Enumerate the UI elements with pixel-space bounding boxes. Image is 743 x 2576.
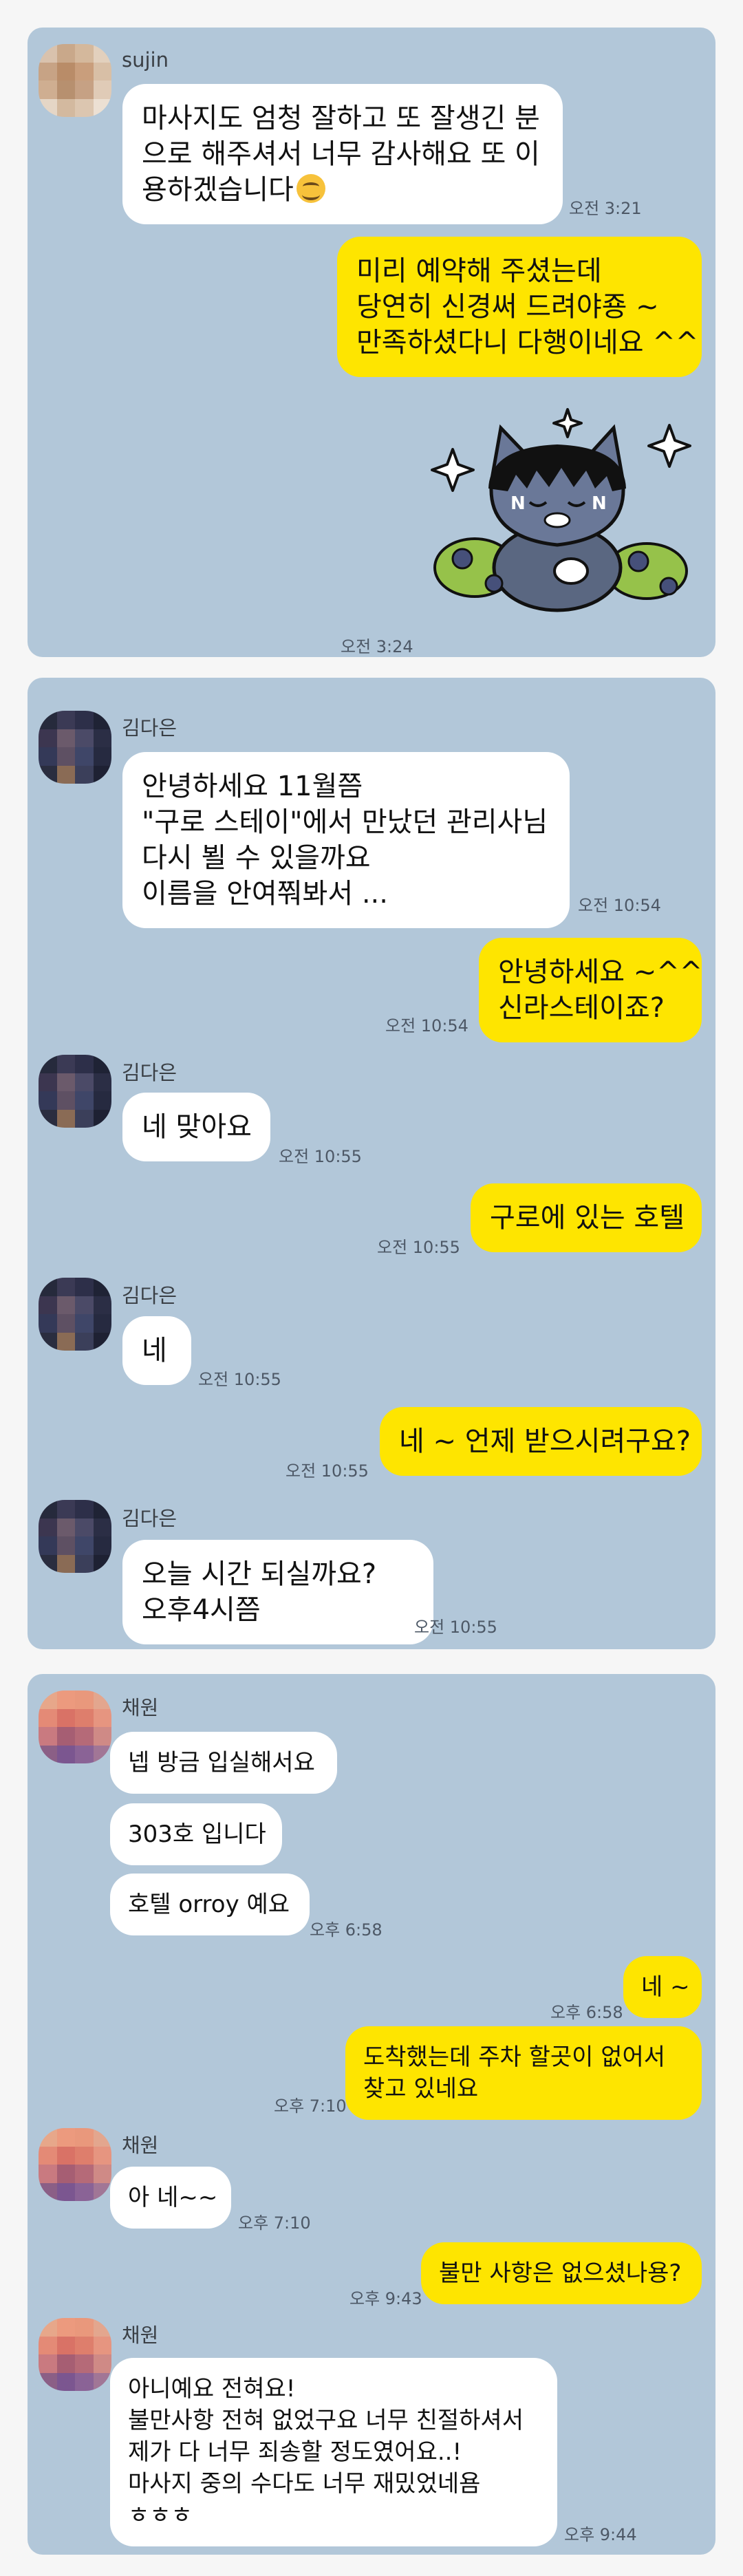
message-text: 호텔 orroy 예요 [128, 1891, 290, 1918]
message-bubble[interactable]: 303호 입니다 [110, 1803, 282, 1865]
reply-bubble[interactable]: 구로에 있는 호텔 [471, 1183, 702, 1252]
message-time: 오후 9:43 [349, 2289, 422, 2308]
message-time: 오전 3:21 [569, 199, 642, 218]
avatar-kimdaeun[interactable] [39, 1055, 111, 1128]
avatar-chaewon[interactable] [39, 1690, 111, 1763]
message-text: 불만사항 전혀 없었구요 너무 친절하셔서 [128, 2407, 524, 2434]
message-text: 이름을 안여쭤봐서 ... [142, 878, 388, 910]
message-time: 오전 10:54 [578, 896, 661, 915]
cat-sticker[interactable]: N N [427, 399, 702, 619]
message-text: ㅎㅎㅎ [128, 2502, 193, 2529]
message-bubble[interactable]: 안녕하세요 11월쯤 "구로 스테이"에서 만났던 관리사님 다시 뵐 수 있을… [122, 752, 570, 928]
reply-bubble[interactable]: 네 ~ [623, 1956, 702, 2018]
message-text: 구로에 있는 호텔 [490, 1202, 685, 1234]
chat-screenshot-1: sujin 마사지도 엄청 잘하고 또 잘생긴 분 으로 해주셔서 너무 감사해… [28, 28, 715, 657]
message-time: 오전 10:55 [198, 1370, 281, 1389]
message-bubble[interactable]: 아니예요 전혀요! 불만사항 전혀 없었구요 너무 친절하셔서 제가 다 너무 … [110, 2358, 557, 2546]
message-text: 네 ~ [641, 1973, 690, 2001]
sender-name: 김다은 [122, 1284, 177, 1307]
avatar-kimdaeun[interactable] [39, 711, 111, 784]
message-bubble[interactable]: 마사지도 엄청 잘하고 또 잘생긴 분 으로 해주셔서 너무 감사해요 또 이 … [122, 84, 563, 224]
message-text: 미리 예약해 주셨는데 [356, 255, 602, 287]
message-time: 오전 10:55 [377, 1238, 460, 1257]
message-time: 오후 6:58 [550, 2003, 623, 2022]
message-time: 오후 6:58 [310, 1920, 383, 1940]
message-bubble[interactable]: 호텔 orroy 예요 [110, 1874, 310, 1935]
sender-name: sujin [122, 48, 169, 72]
sender-name: 김다은 [122, 716, 177, 740]
message-text: 당연히 신경써 드려야죵 ~ [356, 291, 659, 323]
sender-name: 채원 [122, 1696, 159, 1719]
avatar-kimdaeun[interactable] [39, 1500, 111, 1573]
reply-bubble[interactable]: 미리 예약해 주셨는데 당연히 신경써 드려야죵 ~ 만족하셨다니 다행이네요 … [337, 237, 702, 377]
message-text: 마사지도 엄청 잘하고 또 잘생긴 분 [142, 103, 540, 134]
message-time: 오후 7:10 [274, 2096, 347, 2116]
message-bubble[interactable]: 네 [122, 1316, 191, 1385]
message-text: 넵 방금 입실해서요 [128, 1749, 315, 1777]
message-bubble[interactable]: 아 네~~ [110, 2167, 231, 2229]
message-time: 오전 10:55 [414, 1618, 497, 1637]
message-bubble[interactable]: 오늘 시간 되실까요? 오후4시쯤 [122, 1540, 433, 1644]
message-text: 용하겠습니다 [142, 174, 294, 206]
avatar-kimdaeun[interactable] [39, 1278, 111, 1351]
message-text: 303호 입니다 [128, 1821, 266, 1848]
reply-bubble[interactable]: 안녕하세요 ~^^ 신라스테이죠? [479, 938, 702, 1042]
message-text: 도착했는데 주차 할곳이 없어서 [363, 2043, 666, 2071]
message-bubble[interactable]: 넵 방금 입실해서요 [110, 1732, 337, 1794]
svg-text:N: N [592, 493, 607, 514]
sender-name: 김다은 [122, 1061, 177, 1084]
message-text: 아니예요 전혀요! [128, 2375, 296, 2403]
message-text: 안녕하세요 ~^^ [498, 956, 703, 988]
message-text: "구로 스테이"에서 만났던 관리사님 [142, 806, 548, 838]
sender-name: 채원 [122, 2323, 159, 2347]
avatar-chaewon[interactable] [39, 2128, 111, 2201]
message-text: 아 네~~ [128, 2184, 218, 2211]
chat-screenshot-3: 채원 넵 방금 입실해서요 303호 입니다 호텔 orroy 예요 오후 6:… [28, 1674, 715, 2555]
message-text: 오늘 시간 되실까요? [142, 1558, 377, 1590]
message-text: 제가 다 너무 죄송할 정도였어요..! [128, 2438, 462, 2466]
avatar-chaewon[interactable] [39, 2318, 111, 2391]
chat-screenshot-2: 김다은 안녕하세요 11월쯤 "구로 스테이"에서 만났던 관리사님 다시 뵐 … [28, 678, 715, 1649]
message-text: 다시 뵐 수 있을까요 [142, 842, 371, 874]
message-text: 불만 사항은 없으셨나용? [439, 2260, 682, 2287]
message-text: 오후4시쯤 [142, 1594, 261, 1626]
message-text: 네 ~ 언제 받으시려구요? [399, 1426, 691, 1457]
message-time: 오후 7:10 [238, 2213, 311, 2233]
reply-bubble[interactable]: 네 ~ 언제 받으시려구요? [380, 1407, 702, 1476]
message-time: 오후 9:44 [564, 2525, 637, 2544]
message-text: 으로 해주셔서 너무 감사해요 또 이 [142, 138, 540, 170]
message-text: 안녕하세요 11월쯤 [142, 771, 363, 802]
sender-name: 김다은 [122, 1507, 177, 1530]
sticker-time: 오전 3:24 [341, 637, 413, 656]
message-text: 네 맞아요 [142, 1111, 252, 1143]
message-time: 오전 10:55 [279, 1147, 362, 1166]
message-text: 만족하셨다니 다행이네요 ^^ [356, 327, 699, 358]
reply-bubble[interactable]: 불만 사항은 없으셨나용? [421, 2242, 702, 2304]
avatar-sujin[interactable] [39, 44, 111, 117]
message-bubble[interactable]: 네 맞아요 [122, 1093, 270, 1161]
message-text: 네 [142, 1335, 167, 1366]
sender-name: 채원 [122, 2134, 159, 2157]
message-time: 오전 10:55 [286, 1461, 369, 1481]
message-text: 마사지 중의 수다도 너무 재밌었네욤 [128, 2470, 481, 2498]
message-text: 찾고 있네요 [363, 2075, 479, 2103]
svg-text:N: N [510, 493, 526, 514]
reply-bubble[interactable]: 도착했는데 주차 할곳이 없어서 찾고 있네요 [345, 2026, 702, 2120]
message-text: 신라스테이죠? [498, 992, 665, 1024]
message-time: 오전 10:54 [385, 1016, 469, 1035]
smiling-face-icon [296, 174, 325, 203]
